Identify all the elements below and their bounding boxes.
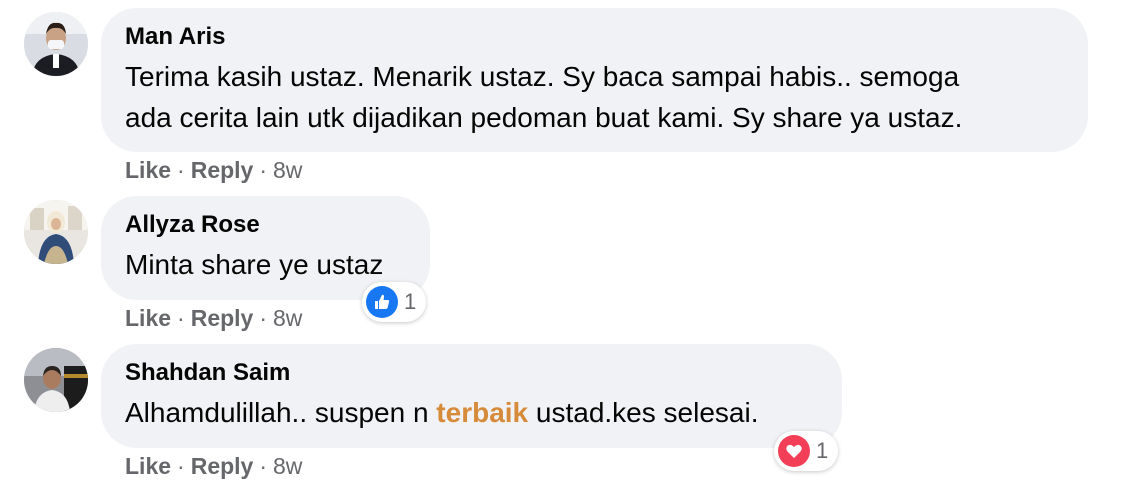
reply-link[interactable]: Reply <box>191 453 254 479</box>
comment-text-highlight: terbaik <box>436 397 529 428</box>
reaction-summary[interactable]: 1 <box>774 431 838 471</box>
avatar-shahdan-saim[interactable] <box>24 348 88 412</box>
comment-text-part: Alhamdulillah.. suspen n <box>125 397 437 428</box>
comment-bubble: Shahdan Saim Alhamdulillah.. suspen n te… <box>101 344 842 448</box>
comment-shahdan-saim: Shahdan Saim Alhamdulillah.. suspen n te… <box>0 0 1142 486</box>
comment-author[interactable]: Shahdan Saim <box>125 358 818 388</box>
comment-actions: Like · Reply · 8w <box>125 452 302 480</box>
love-heart-icon <box>778 435 810 467</box>
avatar-image <box>24 348 88 412</box>
comment-text: Alhamdulillah.. suspen n terbaik ustad.k… <box>125 392 818 433</box>
separator-dot: · <box>259 453 268 479</box>
timestamp-link[interactable]: 8w <box>273 453 302 479</box>
separator-dot: · <box>177 453 185 479</box>
like-link[interactable]: Like <box>125 453 171 479</box>
comment-text-part: ustad.kes selesai. <box>528 397 759 428</box>
reaction-count: 1 <box>816 438 829 463</box>
